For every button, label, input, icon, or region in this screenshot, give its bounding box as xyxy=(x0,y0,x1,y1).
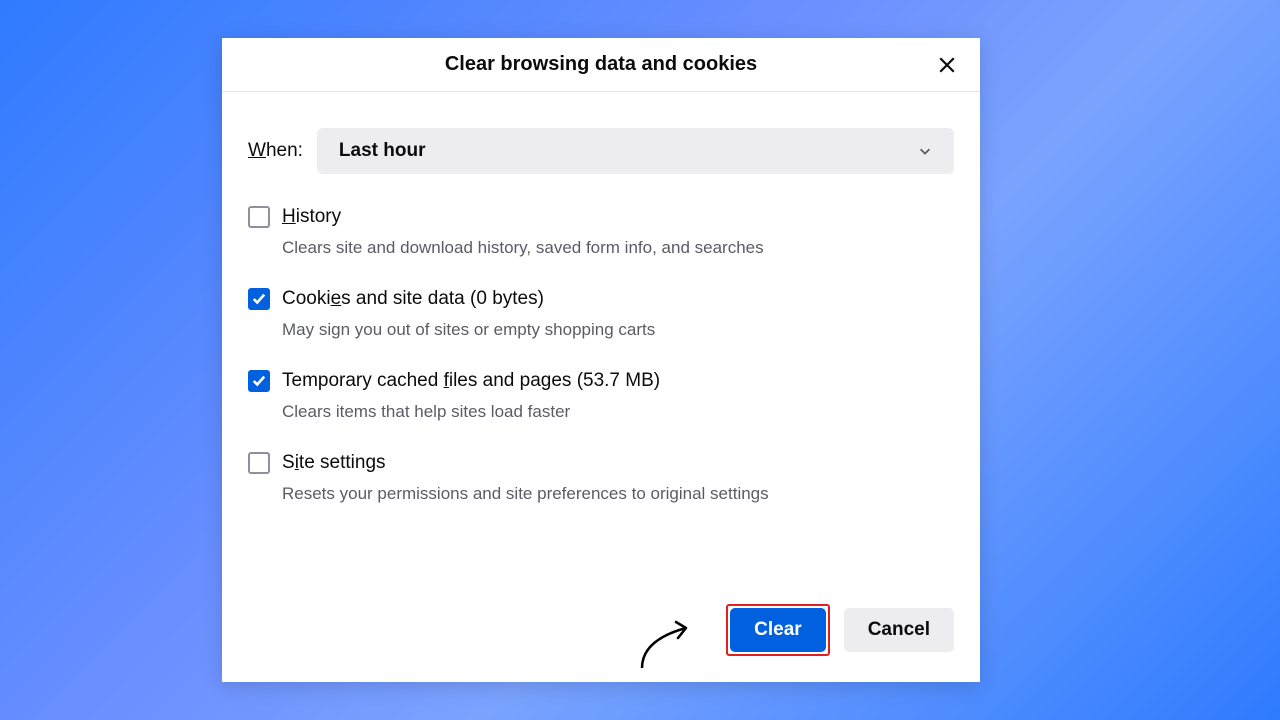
option-cache: Temporary cached files and pages (53.7 M… xyxy=(248,370,954,422)
clear-button[interactable]: Clear xyxy=(730,608,826,652)
dialog-header: Clear browsing data and cookies xyxy=(222,38,980,92)
time-range-row: When: Last hour xyxy=(248,128,954,174)
close-button[interactable] xyxy=(932,50,962,80)
option-label: History xyxy=(282,206,341,228)
time-range-select[interactable]: Last hour xyxy=(317,128,954,174)
when-label: When: xyxy=(248,140,303,162)
option-site-settings: Site settings Resets your permissions an… xyxy=(248,452,954,504)
option-label: Site settings xyxy=(282,452,386,474)
annotation-arrow xyxy=(634,610,704,675)
chevron-down-icon xyxy=(918,144,932,158)
cache-checkbox[interactable] xyxy=(248,370,270,392)
cookies-checkbox[interactable] xyxy=(248,288,270,310)
dialog-footer: Clear Cancel xyxy=(726,604,954,656)
close-icon xyxy=(938,56,956,74)
option-description: Clears items that help sites load faster xyxy=(282,402,954,422)
arrow-icon xyxy=(634,610,704,670)
option-label: Cookies and site data (0 bytes) xyxy=(282,288,544,310)
cancel-button[interactable]: Cancel xyxy=(844,608,954,652)
clear-browsing-data-dialog: Clear browsing data and cookies When: La… xyxy=(222,38,980,682)
time-range-value: Last hour xyxy=(339,140,426,162)
option-description: Clears site and download history, saved … xyxy=(282,238,954,258)
dialog-body: When: Last hour History Clears site and … xyxy=(222,92,980,504)
history-checkbox[interactable] xyxy=(248,206,270,228)
annotation-highlight: Clear xyxy=(726,604,830,656)
options-list: History Clears site and download history… xyxy=(248,206,954,504)
option-history: History Clears site and download history… xyxy=(248,206,954,258)
dialog-title: Clear browsing data and cookies xyxy=(445,53,757,76)
option-description: Resets your permissions and site prefere… xyxy=(282,484,954,504)
site-settings-checkbox[interactable] xyxy=(248,452,270,474)
option-description: May sign you out of sites or empty shopp… xyxy=(282,320,954,340)
option-label: Temporary cached files and pages (53.7 M… xyxy=(282,370,660,392)
option-cookies: Cookies and site data (0 bytes) May sign… xyxy=(248,288,954,340)
